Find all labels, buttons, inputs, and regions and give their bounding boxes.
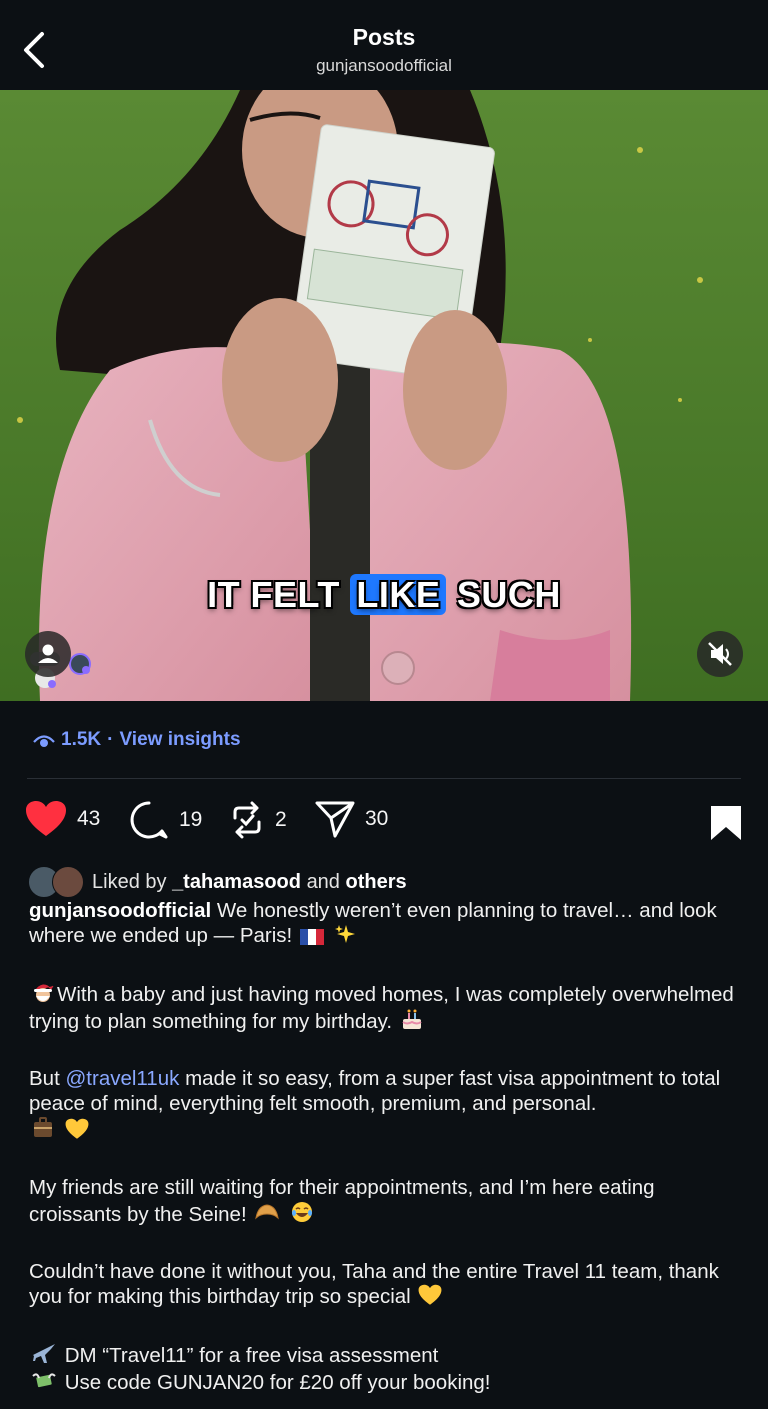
yellow-heart-icon	[65, 1118, 89, 1139]
share-icon[interactable]	[315, 800, 355, 838]
croissant-icon	[255, 1204, 280, 1220]
caption-paragraph: My friends are still waiting for their a…	[29, 1175, 744, 1227]
liked-by-summary[interactable]: Liked by _tahamasood and others	[28, 866, 407, 898]
caption-text: Use code GUNJAN20 for £20 off your booki…	[64, 1371, 491, 1394]
like-action: 43	[25, 800, 100, 838]
caption-paragraph: Couldn’t have done it without you, Taha …	[29, 1259, 744, 1309]
santa-emoji-icon	[34, 984, 54, 1002]
repost-count: 2	[275, 808, 287, 831]
comment-count: 19	[179, 808, 203, 831]
share-count: 30	[365, 807, 389, 830]
caption-paragraph: DM “Travel11” for a free visa assessment…	[29, 1341, 744, 1395]
caption-word: SUCH	[456, 574, 561, 615]
post-video[interactable]: IT FELT LIKE SUCH	[0, 90, 768, 701]
liked-by-avatars	[28, 866, 86, 898]
caption-word: IT FELT	[207, 574, 340, 615]
caption-text: My friends are still waiting for their a…	[29, 1176, 655, 1226]
heart-icon[interactable]	[25, 800, 67, 838]
eye-icon	[33, 735, 55, 747]
bookmark-icon[interactable]	[709, 804, 743, 842]
post-caption: gunjansoodofficial We honestly weren’t e…	[29, 898, 744, 1395]
header: Posts gunjansoodofficial	[0, 0, 768, 90]
separator-dot: ·	[107, 729, 114, 750]
avatar	[52, 866, 84, 898]
page-subtitle-username[interactable]: gunjansoodofficial	[0, 56, 768, 76]
muted-speaker-icon[interactable]	[697, 631, 743, 677]
page-title: Posts	[352, 24, 416, 50]
comment-icon[interactable]	[129, 800, 169, 840]
birthday-cake-icon	[402, 1009, 422, 1029]
sparkles-icon	[334, 925, 355, 943]
luggage-icon	[34, 1117, 52, 1137]
liked-by-others[interactable]: others	[346, 871, 407, 894]
view-insights-link[interactable]: 1.5K · View insights	[33, 729, 241, 751]
money-with-wings-icon	[32, 1373, 56, 1388]
view-insights-label: View insights	[119, 729, 241, 750]
post-actions-bar: 43 19 2 30	[25, 800, 743, 846]
view-count: 1.5K	[61, 729, 102, 750]
repost-action: 2	[229, 800, 287, 840]
caption-text: But	[29, 1067, 60, 1090]
tag-people-icon[interactable]	[25, 631, 71, 677]
caption-paragraph: gunjansoodofficial We honestly weren’t e…	[29, 898, 744, 948]
caption-text: With a baby and just having moved homes,…	[29, 983, 734, 1033]
like-count[interactable]: 43	[77, 807, 100, 831]
divider	[27, 778, 741, 779]
tears-of-joy-icon	[292, 1202, 313, 1222]
france-flag-icon	[299, 929, 324, 945]
caption-username[interactable]: gunjansoodofficial	[29, 899, 211, 922]
yellow-heart-icon	[418, 1284, 442, 1305]
video-caption-overlay: IT FELT LIKE SUCH	[0, 574, 768, 616]
liked-by-and: and	[306, 870, 340, 893]
liked-by-username[interactable]: _tahamasood	[172, 871, 301, 894]
airplane-icon	[33, 1344, 55, 1363]
caption-text: Couldn’t have done it without you, Taha …	[29, 1260, 719, 1308]
share-action: 30	[315, 800, 388, 838]
caption-highlight-word: LIKE	[350, 574, 447, 615]
liked-by-prefix: Liked by	[92, 870, 167, 893]
mention-link[interactable]: @travel11uk	[65, 1067, 179, 1090]
caption-paragraph: With a baby and just having moved homes,…	[29, 980, 744, 1034]
caption-paragraph: But @travel11uk made it so easy, from a …	[29, 1066, 744, 1143]
caption-text: DM “Travel11” for a free visa assessment	[64, 1344, 439, 1367]
comment-action: 19	[129, 800, 202, 840]
repost-icon[interactable]	[229, 800, 265, 840]
